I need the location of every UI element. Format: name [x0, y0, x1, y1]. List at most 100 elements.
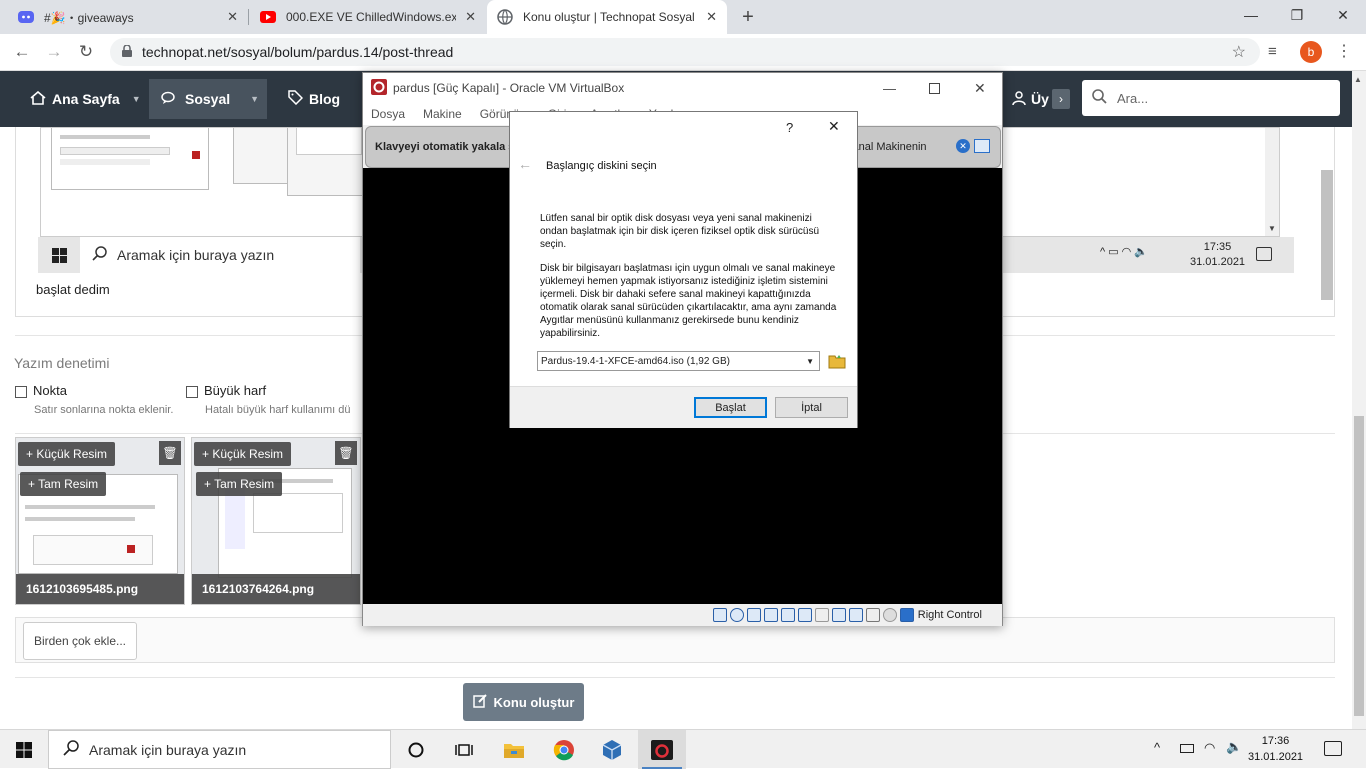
scrollbar-thumb[interactable] [1354, 416, 1364, 716]
optical-drive-icon[interactable] [729, 608, 744, 622]
tab-youtube[interactable]: 000.EXE VE ChilledWindows.exe ✕ [250, 0, 486, 34]
file-explorer-icon[interactable] [490, 730, 538, 769]
option-capital[interactable]: Büyük harf [186, 383, 266, 398]
scroll-up-icon[interactable]: ▲ [1354, 75, 1362, 84]
host-key-label: Right Control [917, 609, 982, 621]
taskbar-clock[interactable]: 17:36 31.01.2021 [1248, 733, 1303, 765]
star-bookmark-icon[interactable]: ☆ [1232, 42, 1246, 62]
capital-hint: Hatalı büyük harf kullanımı dü [205, 404, 351, 416]
close-notice-icon[interactable]: ✕ [956, 139, 970, 153]
add-multiple-button[interactable]: Birden çok ekle... [23, 622, 137, 660]
cancel-button[interactable]: İptal [775, 397, 848, 418]
disable-notice-icon[interactable] [974, 139, 990, 153]
url-bar[interactable]: technopat.net/sosyal/bolum/pardus.14/pos… [110, 38, 1260, 66]
tab-separator [248, 9, 249, 25]
insert-full-image-button[interactable]: + Tam Resim [196, 472, 283, 496]
nav-blog[interactable]: Blog [276, 79, 352, 119]
back-arrow-icon[interactable]: ← [8, 38, 36, 66]
close-window-button[interactable]: ✕ [1320, 0, 1366, 30]
start-button[interactable]: Başlat [694, 397, 767, 418]
new-tab-button[interactable]: + [736, 5, 760, 29]
post-body-text: başlat dedim [36, 282, 110, 297]
reading-list-icon[interactable]: ≡ [1268, 43, 1277, 60]
create-thread-label: Konu oluştur [493, 694, 575, 710]
youtube-icon [260, 9, 276, 25]
tab-technopat[interactable]: Konu oluştur | Technopat Sosyal ✕ [487, 0, 727, 34]
folder-open-icon[interactable] [828, 352, 846, 369]
usb-icon[interactable] [780, 608, 795, 622]
wifi-icon[interactable]: ◠ [1204, 740, 1215, 756]
virtualbox-manager-icon[interactable] [588, 730, 636, 769]
insert-thumbnail-button[interactable]: + Küçük Resim [18, 442, 116, 466]
task-view-icon[interactable] [440, 730, 488, 769]
insert-thumbnail-button[interactable]: + Küçük Resim [194, 442, 292, 466]
audio-icon[interactable] [746, 608, 761, 622]
embedded-mini-window [51, 128, 209, 190]
nav-home[interactable]: Ana Sayfa ▼ [18, 79, 153, 119]
notice-bold: Klavyeyi otomatik yakala [375, 141, 506, 153]
host-key-indicator-icon[interactable] [882, 608, 897, 622]
volume-icon[interactable]: 🔈 [1226, 739, 1242, 755]
virtualbox-vm-icon[interactable] [638, 730, 686, 769]
create-thread-button[interactable]: Konu oluştur [463, 683, 584, 721]
reload-icon[interactable]: ↻ [72, 38, 100, 66]
cpu-icon[interactable] [848, 608, 863, 622]
period-checkbox[interactable] [15, 385, 27, 398]
display-icon[interactable] [814, 608, 829, 622]
back-arrow-icon[interactable]: ← [518, 156, 532, 172]
embedded-search-placeholder: Aramak için buraya yazın [117, 247, 275, 263]
tab-discord[interactable]: #🎉・giveaways ✕ [8, 0, 248, 34]
close-button[interactable]: ✕ [974, 80, 986, 97]
site-search-input[interactable]: Ara... [1082, 80, 1340, 116]
mouse-integration-icon[interactable] [865, 608, 880, 622]
video-capture-icon[interactable] [831, 608, 846, 622]
minimize-button[interactable]: — [1228, 0, 1274, 30]
scroll-down-icon[interactable]: ▼ [1268, 224, 1276, 233]
battery-icon[interactable] [1180, 744, 1194, 753]
site-search-placeholder: Ara... [1117, 90, 1149, 106]
windows-start-icon[interactable] [0, 730, 48, 769]
embedded-search-box: Aramak için buraya yazın [80, 237, 360, 273]
menu-machine[interactable]: Makine [423, 107, 462, 121]
attachment-filename: 1612103764264.png [192, 574, 360, 604]
insert-full-image-button[interactable]: + Tam Resim [20, 472, 107, 496]
disk-select[interactable]: Pardus-19.4-1-XFCE-amd64.iso (1,92 GB) ▼ [537, 351, 820, 371]
trash-icon[interactable]: 🗑 [159, 441, 181, 465]
close-tab-icon[interactable]: ✕ [706, 9, 717, 25]
page-scrollbar[interactable]: ▲ [1352, 71, 1366, 729]
period-label: Nokta [33, 383, 67, 398]
hard-disk-icon[interactable] [712, 608, 727, 622]
network-icon[interactable] [763, 608, 778, 622]
kebab-menu-icon[interactable]: ⋮ [1336, 41, 1352, 61]
shared-folder-icon[interactable] [797, 608, 812, 622]
nav-social[interactable]: Sosyal ▼ [149, 79, 267, 119]
cortana-icon[interactable] [392, 730, 440, 769]
tab-title: Konu oluştur | Technopat Sosyal [523, 10, 695, 24]
maximize-button[interactable] [929, 82, 940, 94]
tray-chevron-icon[interactable]: ^ [1154, 740, 1160, 755]
capital-checkbox[interactable] [186, 385, 198, 398]
editor-scrollbar[interactable] [1321, 170, 1333, 300]
forward-arrow-icon[interactable]: → [40, 38, 68, 66]
action-center-icon[interactable] [1324, 741, 1342, 756]
embedded-tray-icons: ^ ▭ ◠ 🔈 [1100, 246, 1149, 258]
help-button[interactable]: ? [786, 120, 793, 135]
attachment-thumb: + Küçük Resim 🗑 + Tam Resim 161210376426… [191, 437, 361, 605]
minimize-button[interactable]: — [883, 81, 896, 96]
chevron-down-icon[interactable]: ▼ [250, 94, 259, 104]
close-tab-icon[interactable]: ✕ [465, 9, 476, 25]
keyboard-capture-icon[interactable] [899, 608, 914, 622]
taskbar-search-box[interactable]: Aramak için buraya yazın [48, 730, 391, 769]
chevron-down-icon[interactable]: ▼ [132, 94, 141, 104]
close-tab-icon[interactable]: ✕ [227, 9, 238, 25]
close-dialog-icon[interactable]: ✕ [828, 118, 840, 135]
chat-bubbles-icon [161, 91, 179, 108]
trash-icon[interactable]: 🗑 [335, 441, 357, 465]
menu-file[interactable]: Dosya [371, 107, 405, 121]
nav-scroll-right-icon[interactable]: › [1052, 89, 1070, 109]
dialog-title: Başlangıç diskini seçin [546, 160, 657, 172]
profile-avatar[interactable]: b [1300, 41, 1322, 63]
option-period[interactable]: Nokta [15, 383, 67, 398]
chrome-icon[interactable] [540, 730, 588, 769]
restore-button[interactable]: ❐ [1274, 0, 1320, 30]
